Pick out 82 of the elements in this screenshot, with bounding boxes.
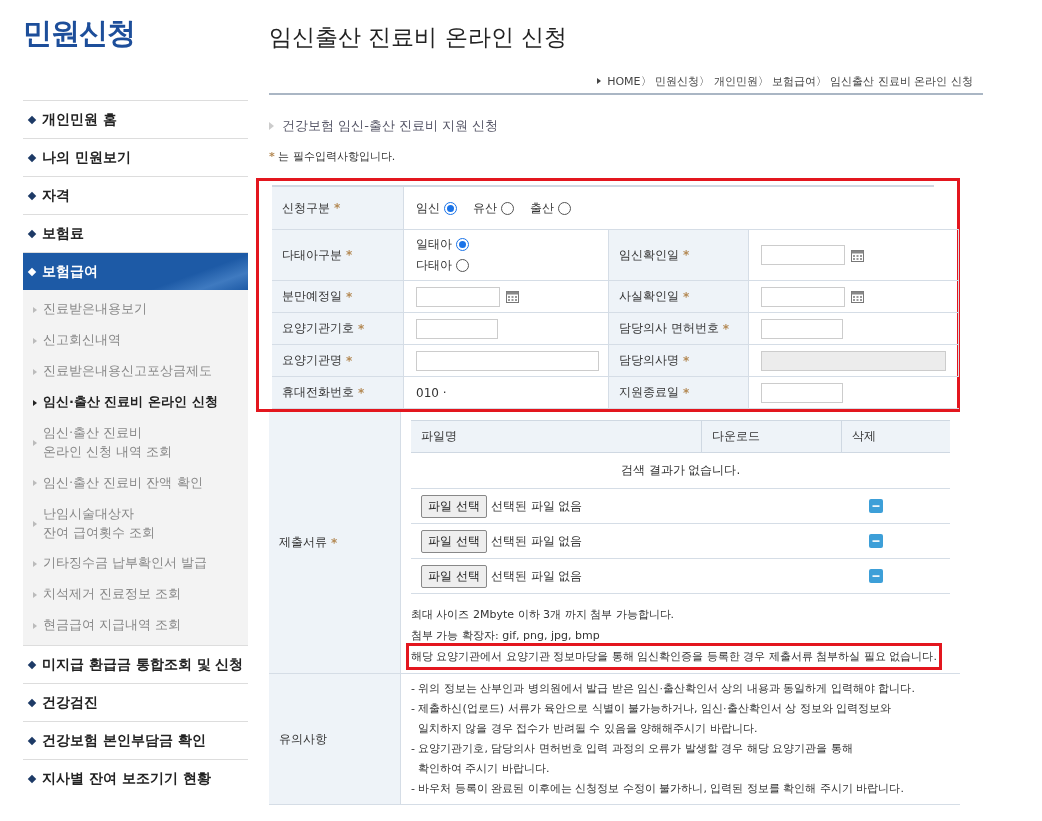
menu-item[interactable]: 개인민원 홈 [23,100,248,138]
option-label: 출산 [530,199,554,217]
menu-item[interactable]: 건강검진 [23,683,248,722]
input-field[interactable] [416,350,599,371]
field-label: 지원종료일 [619,384,679,401]
required-mark: * [683,248,690,262]
file-status: 선택된 파일 없음 [490,532,583,550]
column-header: 파일명 [411,420,701,453]
menu-item[interactable]: 나의 민원보기 [23,138,248,176]
field-label: 휴대전화번호 [282,384,354,401]
arrow-icon [269,122,274,130]
date-field[interactable] [761,245,845,265]
field-label: 요양기관명 [282,352,342,369]
menu-item[interactable]: 지사별 잔여 보조기기 현황 [23,759,248,798]
option-label: 다태아 [416,257,452,274]
field-label: 담당의사명 [619,352,679,369]
radio-button[interactable] [558,201,571,215]
menu-item[interactable]: 자격 [23,176,248,214]
menu-item[interactable]: 미지급 환급금 통합조회 및 신청 [23,645,248,684]
field-label: 유의사항 [279,730,327,748]
field-value: 010 · [416,385,447,400]
section-title: 민원신청 [23,15,136,52]
file-select-button[interactable]: 파일 선택 [421,494,487,518]
remove-icon[interactable] [869,569,883,583]
field-label: 사실확인일 [619,288,679,305]
required-mark: * [346,248,353,262]
file-status: 선택된 파일 없음 [490,497,583,515]
option-label: 일태아 [416,236,452,253]
notice-text: 해당 요양기관에서 요양기관 정보마당을 통해 임신확인증을 등록한 경우 제출서류 첨부하실 필요 없습니다. [409,646,939,667]
menu-item[interactable]: 건강보험 본인부담금 확인 [23,721,248,760]
menu-item[interactable]: 보험급여 [23,252,248,290]
radio-button[interactable] [456,238,469,251]
date-field[interactable] [761,286,845,307]
field-label: 분만예정일 [282,288,342,305]
input-field[interactable] [416,318,498,339]
required-mark: * [331,535,338,550]
required-mark: * [346,289,353,304]
calendar-icon[interactable] [851,248,864,262]
required-mark: * [358,321,365,336]
radio-button[interactable] [456,259,469,272]
column-header: 다운로드 [701,420,841,453]
field-label: 신청구분 [282,199,330,217]
field-label: 임신확인일 [619,246,679,264]
date-field[interactable] [416,286,500,307]
calendar-icon[interactable] [506,290,519,303]
field-label: 요양기관기호 [282,320,354,337]
required-mark: * [346,353,353,368]
file-select-button[interactable]: 파일 선택 [421,529,487,553]
notice-text: 첨부 가능 확장자: gif, png, jpg, bmp [410,628,601,644]
section-heading: 건강보험 임신-출산 진료비 지원 신청 [282,117,499,135]
required-mark: * [683,289,690,304]
input-field[interactable] [761,318,843,339]
breadcrumb: HOME〉 민원신청〉 개인민원〉 보험급여〉 임신출산 진료비 온라인 신청 [607,73,973,89]
notice-text: 최대 사이즈 2Mbyte 이하 3개 까지 첨부 가능합니다. [410,607,676,623]
required-note: * 는 필수입력사항입니다. [269,149,397,164]
caution-text: - 요양기관기호, 담당의사 면허번호 입력 과정의 오류가 발생할 경우 해당 요양기관을 통해 확인하여 주시기 바랍니다. [411,741,854,777]
field-label: 다태아구분 [282,246,342,264]
field-label: 제출서류 [279,534,327,551]
radio-button[interactable] [444,201,457,215]
remove-icon[interactable] [869,499,883,513]
option-label: 유산 [473,199,497,217]
radio-button[interactable] [501,201,514,215]
file-select-button[interactable]: 파일 선택 [421,564,487,588]
required-mark: * [358,385,365,400]
field-label: 담당의사 면허번호 [619,320,719,337]
required-mark: * [334,201,341,215]
remove-icon[interactable] [869,534,883,548]
column-header: 삭제 [841,420,950,453]
input-field[interactable] [761,382,843,403]
calendar-icon[interactable] [851,290,864,303]
file-status: 선택된 파일 없음 [490,567,583,585]
caution-text: - 위의 정보는 산부인과 병의원에서 발급 받은 임신·출산확인서 상의 내용과 동일하게 입력해야 합니다. [411,681,916,697]
required-mark: * [683,353,690,368]
required-mark: * [722,321,730,336]
option-label: 임신 [416,199,440,217]
arrow-icon [597,78,602,84]
required-mark: * [683,385,690,400]
caution-text: - 제출하신(업로드) 서류가 육안으로 식별이 불가능하거나, 임신·출산확인서 상 정보와 입력정보와 일치하지 않을 경우 접수가 반려될 수 있음을 양해해주시기 바랍니다. [411,701,892,737]
submenu-item[interactable]: 임신·출산 진료비 온라인 신청 [23,387,248,418]
empty-message: 검색 결과가 없습니다. [411,453,950,489]
caution-text: - 바우처 등록이 완료된 이후에는 신청정보 수정이 불가하니, 입력된 정보를 확인해 주시기 바랍니다. [411,781,905,797]
page-title: 임신출산 진료비 온라인 신청 [269,23,568,52]
